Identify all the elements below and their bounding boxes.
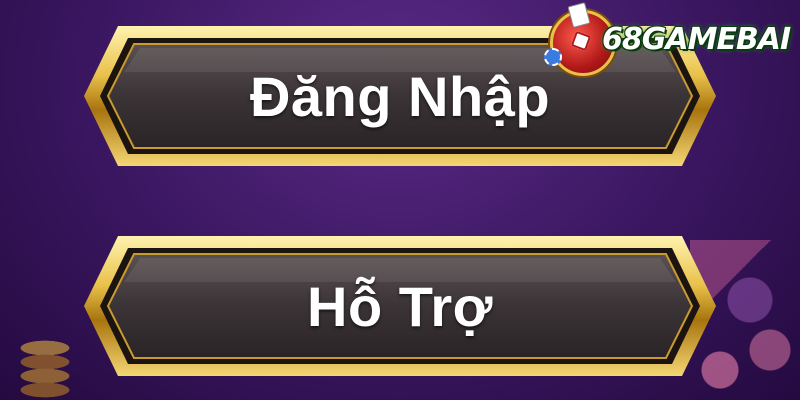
brand-logo-text: 68GAMEBAI — [602, 22, 791, 57]
casino-chip-icon — [544, 48, 562, 66]
brand-logo: 68GAMEBAI — [544, 2, 794, 76]
gold-coins-decoration — [0, 290, 90, 400]
support-button[interactable]: Hỗ Trợ — [80, 232, 720, 380]
support-button-label: Hỗ Trợ — [307, 274, 493, 338]
